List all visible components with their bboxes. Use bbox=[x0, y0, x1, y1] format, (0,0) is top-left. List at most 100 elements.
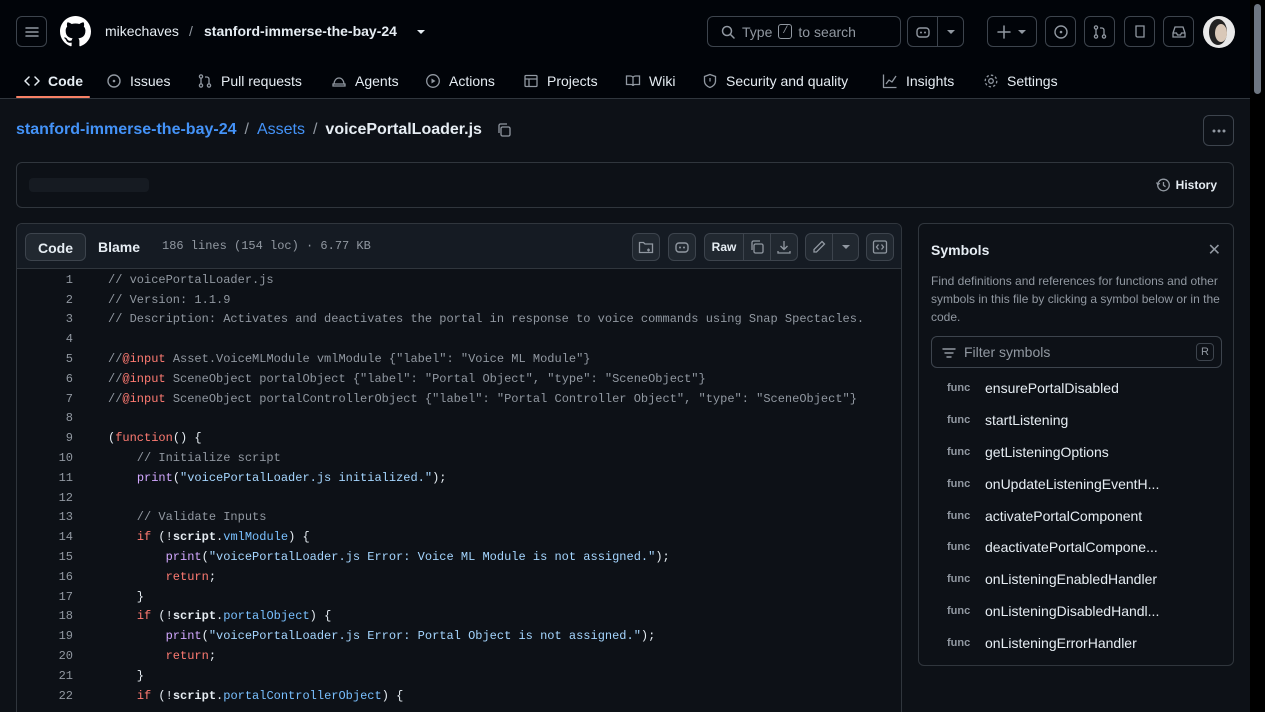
line-number[interactable]: 8 bbox=[17, 411, 73, 425]
line-number[interactable]: 19 bbox=[17, 629, 73, 643]
code-line: 21 } bbox=[17, 666, 901, 686]
avatar[interactable] bbox=[1203, 16, 1235, 48]
symbol-item[interactable]: func onListeningEnabledHandler bbox=[947, 563, 1159, 595]
raw-button[interactable]: Raw bbox=[704, 233, 744, 261]
graph-icon bbox=[882, 74, 897, 88]
symbols-panel-button[interactable] bbox=[632, 233, 660, 261]
line-code: //@input SceneObject portalObject {"labe… bbox=[108, 371, 706, 386]
tab-pull-requests[interactable]: Pull requests bbox=[197, 62, 302, 99]
symbol-item[interactable]: func onListeningErrorHandler bbox=[947, 627, 1159, 659]
symbol-kind: func bbox=[947, 573, 971, 586]
line-number[interactable]: 10 bbox=[17, 451, 73, 465]
line-code: //@input Asset.VoiceMLModule vmlModule {… bbox=[108, 352, 591, 367]
tab-wiki[interactable]: Wiki bbox=[625, 62, 675, 99]
code-line: 10 // Initialize script bbox=[17, 448, 901, 468]
inbox-button[interactable] bbox=[1163, 16, 1194, 47]
repo-owner-link[interactable]: mikechaves bbox=[105, 23, 179, 39]
tab-security[interactable]: Security and quality bbox=[702, 62, 848, 99]
create-new-button[interactable] bbox=[987, 16, 1037, 47]
breadcrumb-separator: / bbox=[312, 121, 318, 138]
repositories-button[interactable] bbox=[1124, 16, 1155, 47]
breadcrumb-separator: / bbox=[244, 121, 249, 138]
copy-raw-button[interactable] bbox=[743, 233, 771, 261]
symbols-list: func ensurePortalDisabled func startListeni… bbox=[947, 372, 1159, 659]
close-icon[interactable]: ✕ bbox=[1208, 240, 1221, 260]
symbol-item[interactable]: func onListeningDisabledHandl... bbox=[947, 595, 1159, 627]
line-number[interactable]: 9 bbox=[17, 431, 73, 445]
breadcrumb-repo-link[interactable]: stanford-immerse-the-bay-24 bbox=[16, 121, 237, 139]
symbol-item[interactable]: func deactivatePortalCompone... bbox=[947, 531, 1159, 563]
line-number[interactable]: 7 bbox=[17, 392, 73, 406]
line-number[interactable]: 3 bbox=[17, 312, 73, 326]
line-number[interactable]: 18 bbox=[17, 609, 73, 623]
breadcrumb-folder-link[interactable]: Assets bbox=[257, 121, 305, 139]
tab-insights[interactable]: Insights bbox=[882, 62, 954, 99]
symbol-item[interactable]: func ensurePortalDisabled bbox=[947, 372, 1159, 404]
symbol-kind: func bbox=[947, 445, 971, 458]
tab-code[interactable]: Code bbox=[24, 62, 83, 99]
search-prefix: Type bbox=[742, 23, 773, 40]
copy-path-icon[interactable] bbox=[496, 122, 512, 138]
github-logo-icon[interactable] bbox=[60, 16, 91, 47]
symbol-item[interactable]: func onUpdateListeningEventH... bbox=[947, 468, 1159, 500]
symbol-item[interactable]: func startListening bbox=[947, 404, 1159, 436]
code-line: 5 //@input Asset.VoiceMLModule vmlModule … bbox=[17, 349, 901, 369]
line-number[interactable]: 4 bbox=[17, 332, 73, 346]
line-number[interactable]: 13 bbox=[17, 510, 73, 524]
chevron-down-icon bbox=[1018, 29, 1026, 34]
copilot-button[interactable] bbox=[907, 16, 938, 47]
line-number[interactable]: 5 bbox=[17, 352, 73, 366]
line-number[interactable]: 15 bbox=[17, 550, 73, 564]
line-number[interactable]: 21 bbox=[17, 669, 73, 683]
chevron-down-icon[interactable] bbox=[416, 28, 426, 36]
code-view-button[interactable]: Code bbox=[25, 233, 86, 261]
line-code: if (!script.vmlModule) { bbox=[136, 530, 310, 545]
code-line: 2 // Version: 1.1.9 bbox=[17, 290, 901, 310]
line-number[interactable]: 14 bbox=[17, 530, 73, 544]
top-bar: mikechaves / stanford-immerse-the-bay-24… bbox=[0, 0, 1250, 62]
line-number[interactable]: 1 bbox=[17, 273, 73, 287]
download-button[interactable] bbox=[770, 233, 798, 261]
blame-view-button[interactable]: Blame bbox=[86, 233, 152, 261]
symbol-name: startListening bbox=[985, 411, 1069, 428]
copilot-file-button[interactable] bbox=[668, 233, 696, 261]
owner-separator: / bbox=[189, 23, 193, 39]
line-number[interactable]: 20 bbox=[17, 649, 73, 663]
tab-settings[interactable]: Settings bbox=[983, 62, 1058, 99]
search-input[interactable]: Type / to search bbox=[707, 16, 901, 47]
repo-name-link[interactable]: stanford-immerse-the-bay-24 bbox=[204, 23, 397, 39]
tab-actions[interactable]: Actions bbox=[425, 62, 495, 99]
pr-icon bbox=[198, 73, 212, 88]
search-suffix: to search bbox=[798, 23, 856, 40]
tab-label: Insights bbox=[906, 72, 955, 89]
symbols-toggle-button[interactable] bbox=[866, 233, 894, 261]
gear-icon bbox=[984, 74, 998, 87]
line-number[interactable]: 22 bbox=[17, 689, 73, 703]
kebab-horizontal-icon bbox=[1212, 129, 1225, 132]
symbol-item[interactable]: func getListeningOptions bbox=[947, 436, 1159, 468]
code-content[interactable]: 1 // voicePortalLoader.js 2 // Version: 1.1… bbox=[17, 270, 901, 706]
tab-issues[interactable]: Issues bbox=[106, 62, 170, 99]
edit-menu-button[interactable] bbox=[832, 233, 859, 261]
copilot-icon bbox=[675, 242, 689, 253]
line-number[interactable]: 6 bbox=[17, 372, 73, 386]
line-number[interactable]: 11 bbox=[17, 471, 73, 485]
history-button[interactable]: History bbox=[1155, 177, 1217, 193]
line-number[interactable]: 17 bbox=[17, 590, 73, 604]
edit-button[interactable] bbox=[805, 233, 833, 261]
copilot-menu-button[interactable] bbox=[937, 16, 964, 47]
issues-button[interactable] bbox=[1045, 16, 1076, 47]
menu-button[interactable] bbox=[16, 16, 47, 47]
scrollbar-thumb[interactable] bbox=[1254, 4, 1261, 94]
tab-agents[interactable]: Agents bbox=[331, 62, 399, 99]
filter-symbols-input[interactable]: Filter symbols R bbox=[931, 336, 1222, 368]
symbol-item[interactable]: func activatePortalComponent bbox=[947, 500, 1159, 532]
tab-projects[interactable]: Projects bbox=[523, 62, 598, 99]
page-scrollbar[interactable] bbox=[1250, 0, 1265, 712]
code-line: 20 return; bbox=[17, 646, 901, 666]
more-options-button[interactable] bbox=[1203, 115, 1234, 146]
line-number[interactable]: 2 bbox=[17, 293, 73, 307]
line-number[interactable]: 16 bbox=[17, 570, 73, 584]
pull-requests-button[interactable] bbox=[1084, 16, 1115, 47]
line-number[interactable]: 12 bbox=[17, 491, 73, 505]
